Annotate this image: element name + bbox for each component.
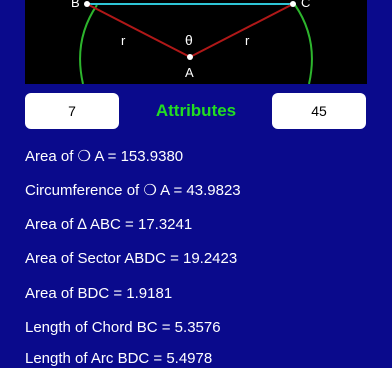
attributes-heading: Attributes — [155, 101, 237, 120]
label-b: B — [71, 0, 80, 10]
result-circle-area: Area of ❍ A = 153.9380 — [25, 148, 184, 165]
radius-ab — [86, 3, 191, 58]
result-sector-area: Area of Sector ABDC = 19.2423 — [25, 250, 238, 267]
circle-arc-right — [294, 4, 313, 84]
circle-diagram — [79, 1, 313, 84]
angle-input[interactable] — [272, 93, 366, 129]
result-circumference: Circumference of ❍ A = 43.9823 — [25, 182, 241, 199]
label-theta: θ — [185, 32, 193, 48]
point-c — [290, 1, 296, 7]
label-r-left: r — [121, 33, 126, 48]
label-r-right: r — [245, 33, 250, 48]
result-chord-length: Length of Chord BC = 5.3576 — [25, 319, 221, 336]
result-segment-area: Area of BDC = 1.9181 — [25, 285, 173, 302]
label-c: C — [301, 0, 311, 10]
label-a: A — [185, 65, 194, 80]
diagram-panel: B C r θ r A — [25, 0, 367, 84]
radius-input[interactable] — [25, 93, 119, 129]
result-arc-length: Length of Arc BDC = 5.4978 — [25, 350, 213, 367]
radius-ac — [189, 3, 294, 58]
point-b — [84, 1, 90, 7]
result-triangle-area: Area of ∆ ABC = 17.3241 — [25, 216, 193, 233]
circle-arc-left — [79, 4, 98, 84]
point-a — [187, 54, 193, 60]
